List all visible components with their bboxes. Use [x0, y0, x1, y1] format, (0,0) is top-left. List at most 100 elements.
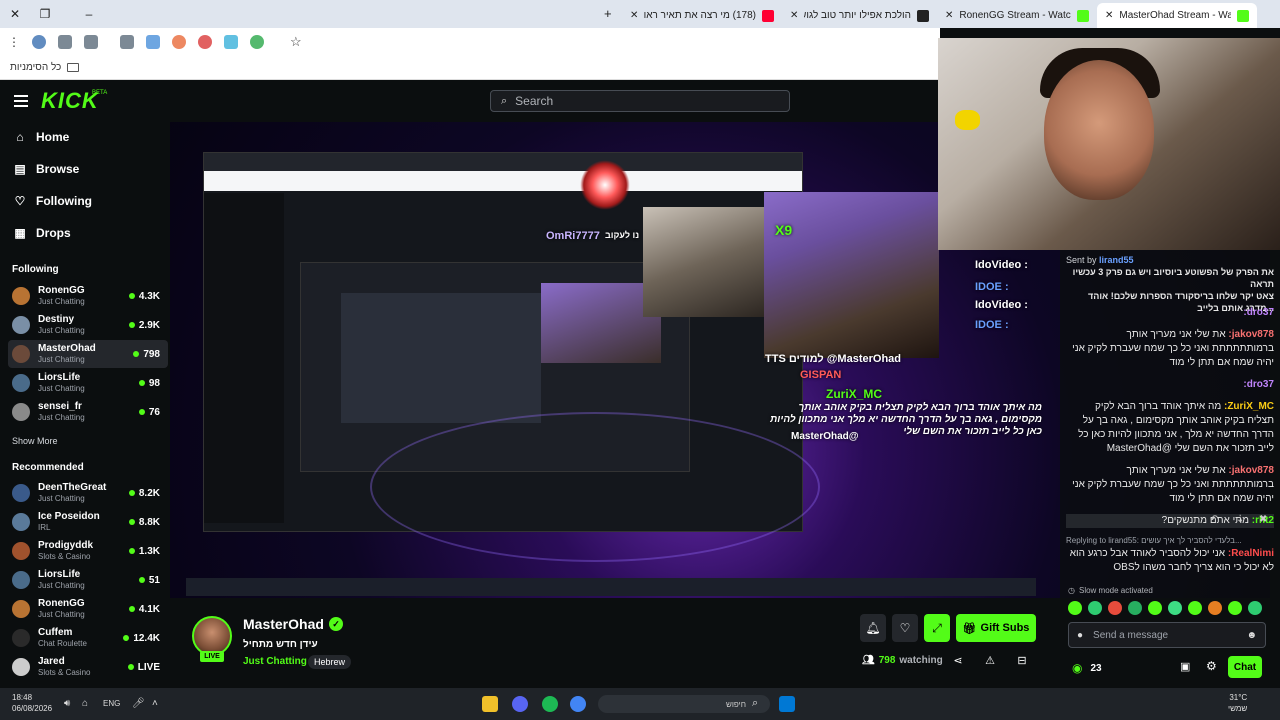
- notification-bell-button[interactable]: 🔔︎: [860, 614, 886, 642]
- reply-icon[interactable]: ↶: [1210, 514, 1218, 525]
- following-channel-item[interactable]: RonenGG Just Chatting 4.3K: [8, 282, 168, 310]
- recommended-channel-item[interactable]: DeenTheGreat Just Chatting 8.2K: [8, 479, 168, 507]
- chat-username[interactable]: dro37:: [1243, 379, 1274, 390]
- reading-list-icon[interactable]: [58, 35, 72, 49]
- show-more-button[interactable]: Show More: [12, 436, 58, 446]
- os-search-box[interactable]: חיפוש: [598, 695, 770, 713]
- recommended-channel-item[interactable]: Prodigyddk Slots & Casino 1.3K: [8, 537, 168, 565]
- emote-icon[interactable]: [1188, 601, 1202, 615]
- network-icon[interactable]: ⌂: [82, 698, 88, 709]
- emote-icon[interactable]: [1168, 601, 1182, 615]
- extension-blue-icon[interactable]: [224, 35, 238, 49]
- emote-icon[interactable]: [1248, 601, 1262, 615]
- language-tag[interactable]: Hebrew: [308, 655, 352, 669]
- recommended-channel-item[interactable]: Jared Slots & Casino LIVE: [8, 653, 168, 681]
- tab-close-icon[interactable]: ✕: [790, 10, 798, 21]
- microphone-icon[interactable]: 🎤︎: [132, 698, 145, 709]
- report-icon[interactable]: ⚠: [984, 655, 996, 667]
- live-dot-icon: [128, 519, 135, 525]
- streamer-name[interactable]: MasterOhad: [243, 616, 324, 632]
- extension-green-icon[interactable]: [250, 35, 264, 49]
- taskbar-app-icon[interactable]: [482, 696, 498, 712]
- nav-home[interactable]: ⌂ Home: [14, 130, 69, 144]
- nav-browse[interactable]: ▤ Browse: [14, 162, 79, 176]
- menu-icon[interactable]: [14, 95, 28, 107]
- chat-username[interactable]: dro37:: [1243, 307, 1274, 318]
- emote-icon[interactable]: [1228, 601, 1242, 615]
- avatar: [12, 374, 30, 392]
- input-language[interactable]: ENG: [103, 699, 120, 708]
- screen-icon[interactable]: [146, 35, 160, 49]
- following-channel-item[interactable]: LiorsLife Just Chatting 98: [8, 369, 168, 397]
- reply-context: Replying to lirand55: בלעדי להסביר לך אי…: [1066, 536, 1242, 545]
- emote-picker-icon[interactable]: ☻: [1246, 630, 1257, 641]
- kick-logo[interactable]: KICK: [41, 88, 99, 114]
- pinned-message: Sent by lirand55 את הפרק של הפשוטע ביוסי…: [1066, 255, 1274, 313]
- recommended-channel-item[interactable]: LiorsLife Just Chatting 51: [8, 566, 168, 594]
- recommended-channel-item[interactable]: Ice Poseidon IRL 8.8K: [8, 508, 168, 536]
- following-channel-item-selected[interactable]: MasterOhad Just Chatting 798: [8, 340, 168, 368]
- theater-mode-icon[interactable]: ⊟: [1016, 655, 1028, 667]
- following-channel-item[interactable]: sensei_fr Just Chatting 76: [8, 398, 168, 426]
- bookmark-star-icon[interactable]: ☆: [290, 34, 302, 50]
- unfollow-button[interactable]: ♡: [892, 614, 918, 642]
- category-link[interactable]: Just Chatting: [243, 656, 307, 667]
- all-bookmarks-label[interactable]: כל הסימניות: [10, 62, 61, 73]
- streamer-avatar[interactable]: [192, 616, 232, 656]
- chat-username[interactable]: jakov878:: [1228, 465, 1274, 476]
- volume-icon[interactable]: 🔊︎: [64, 698, 70, 709]
- search-input[interactable]: ⌕ Search: [490, 90, 790, 112]
- beta-badge: BETA: [92, 90, 108, 96]
- chat-send-button[interactable]: Chat: [1228, 656, 1262, 678]
- emote-icon[interactable]: [1208, 601, 1222, 615]
- nav-following[interactable]: ♡ Following: [14, 194, 92, 208]
- tab-1[interactable]: ✕ (178) מי רצה את תאיר ראודה: [622, 3, 782, 28]
- gift-subs-button[interactable]: 🎁︎ Gift Subs: [956, 614, 1036, 642]
- download-icon[interactable]: [84, 35, 98, 49]
- emote-icon[interactable]: [1068, 601, 1082, 615]
- chat-message-input[interactable]: ● Send a message ☻: [1068, 622, 1266, 648]
- extension-orange-icon[interactable]: [172, 35, 186, 49]
- tab-close-icon[interactable]: ✕: [630, 10, 638, 21]
- chrome-icon[interactable]: [570, 696, 586, 712]
- chat-username[interactable]: jakov878:: [1228, 329, 1274, 340]
- live-badge: LIVE: [200, 651, 224, 662]
- spotify-icon[interactable]: [542, 696, 558, 712]
- recommended-channel-item[interactable]: Cuffem Chat Roulette 12.4K: [8, 624, 168, 652]
- tray-chevron-icon[interactable]: ˄: [152, 698, 158, 709]
- tab-3[interactable]: ✕ RonenGG Stream - Watch Live: [937, 3, 1097, 28]
- emote-icon[interactable]: [1148, 601, 1162, 615]
- recommended-channel-item[interactable]: RonenGG Just Chatting 4.1K: [8, 595, 168, 623]
- windows-start-icon[interactable]: [779, 696, 795, 712]
- emote-icon[interactable]: [1088, 601, 1102, 615]
- tab-2[interactable]: ✕ הולכת אפילו יותר טוב לגוש M: [782, 3, 937, 28]
- delete-icon[interactable]: ✖: [1259, 514, 1267, 525]
- nav-drops[interactable]: ▦ Drops: [14, 226, 70, 240]
- new-tab-button[interactable]: +: [604, 6, 612, 21]
- restore-window-icon[interactable]: ❐: [30, 0, 60, 28]
- expand-icon: ⤢: [932, 620, 942, 635]
- settings-gear-icon[interactable]: ⚙: [1206, 659, 1217, 673]
- tab-close-icon[interactable]: ✕: [945, 10, 953, 21]
- following-channel-item[interactable]: Destiny Just Chatting 2.9K: [8, 311, 168, 339]
- discord-icon[interactable]: [512, 696, 528, 712]
- extensions-icon[interactable]: [120, 35, 134, 49]
- chat-username[interactable]: ZuriX_MC:: [1224, 401, 1274, 412]
- emote-icon[interactable]: [1108, 601, 1122, 615]
- emote-icon[interactable]: [1128, 601, 1142, 615]
- close-window-icon[interactable]: ✕: [0, 0, 30, 28]
- glow-ring: [370, 412, 820, 562]
- chat-username[interactable]: RealNimi:: [1228, 548, 1274, 559]
- expand-button[interactable]: ⤢: [924, 614, 950, 642]
- chat-bubble-icon[interactable]: ▣: [1180, 660, 1190, 673]
- profile-icon[interactable]: [32, 35, 46, 49]
- share-icon[interactable]: ⋖: [952, 655, 964, 667]
- points-icon[interactable]: ◉: [1072, 661, 1082, 675]
- tab-4-active[interactable]: ✕ MasterOhad Stream - Watch Live: [1097, 3, 1257, 28]
- more-menu-icon[interactable]: ⋮: [8, 35, 20, 49]
- tab-close-icon[interactable]: ✕: [1105, 10, 1113, 21]
- extension-red-icon[interactable]: [198, 35, 212, 49]
- minimize-window-icon[interactable]: –: [74, 0, 104, 28]
- pin-icon[interactable]: ⇣: [1236, 514, 1244, 525]
- avatar: [12, 658, 30, 676]
